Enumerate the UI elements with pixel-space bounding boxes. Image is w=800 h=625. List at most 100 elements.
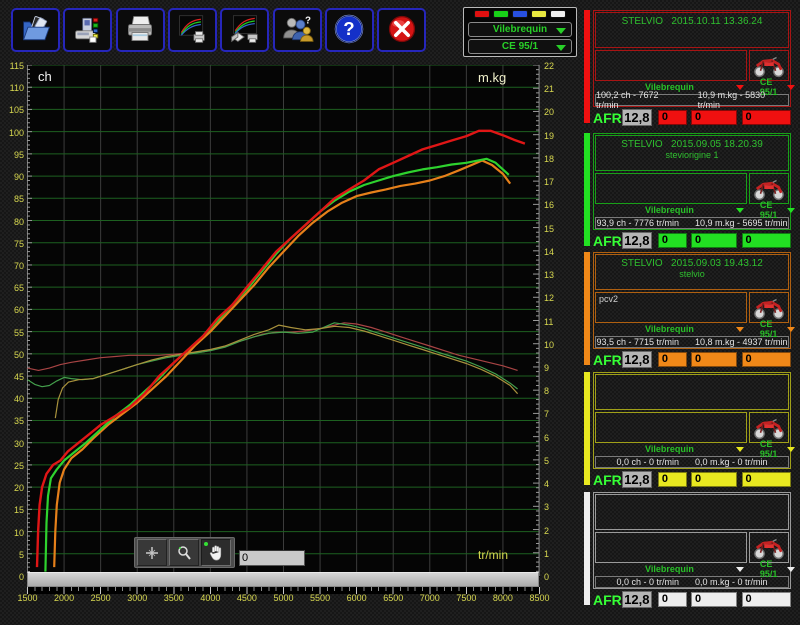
crankshaft-dropdown-label[interactable]: Vilebrequin: [645, 444, 694, 454]
afr-field[interactable]: 0: [658, 472, 687, 487]
crankshaft-dropdown-label[interactable]: Vilebrequin: [645, 324, 694, 334]
fuel-dropdown[interactable]: CE 95/1: [468, 39, 572, 54]
afr-field[interactable]: 0: [658, 592, 687, 607]
afr-field[interactable]: 0: [691, 233, 737, 248]
y-left-tick-label: 15: [1, 505, 24, 515]
chevron-down-icon[interactable]: [736, 208, 744, 213]
y-right-tick-label: 18: [544, 154, 554, 164]
chevron-down-icon[interactable]: [787, 567, 795, 572]
afr-field[interactable]: 0: [691, 110, 737, 125]
chevron-down-icon[interactable]: [787, 447, 795, 452]
run-comment-box[interactable]: pcv2: [595, 292, 747, 323]
chevron-down-icon[interactable]: [736, 327, 744, 332]
afr-value-field[interactable]: 12,8: [622, 109, 652, 126]
afr-label: AFR: [593, 233, 622, 249]
exit-button[interactable]: [377, 8, 426, 52]
y-left-tick-label: 65: [1, 283, 24, 293]
y-right-tick-label: 12: [544, 293, 554, 303]
chevron-down-icon[interactable]: [787, 327, 795, 332]
svg-text:?: ?: [305, 15, 311, 26]
x-tick-label: 2500: [84, 593, 118, 603]
dyno-chart-plot[interactable]: [27, 65, 540, 577]
run-title-box: [595, 374, 789, 410]
afr-label: AFR: [593, 110, 622, 126]
afr-field[interactable]: 0: [658, 233, 687, 248]
afr-value-field[interactable]: 12,8: [622, 232, 652, 249]
run-stats: 93,5 ch - 7715 tr/min10,8 m.kg - 4937 tr…: [595, 336, 789, 348]
chevron-down-icon[interactable]: [787, 208, 795, 213]
curve-color-swatch[interactable]: [493, 10, 509, 18]
y-right-tick-label: 11: [544, 317, 553, 327]
run-comment-box[interactable]: [595, 412, 747, 443]
afr-field[interactable]: 0: [742, 110, 791, 125]
run-stats: 0,0 ch - 0 tr/min0,0 m.kg - 0 tr/min: [595, 576, 789, 588]
afr-field[interactable]: 0: [742, 352, 791, 367]
print-report-button[interactable]: [220, 8, 269, 52]
run-title: STELVIO 2015.10.11 13.36.24: [596, 16, 788, 27]
crosshair-tool-button[interactable]: [137, 539, 167, 566]
run-title-box: [595, 494, 789, 530]
y-right-tick-label: 20: [544, 107, 554, 117]
y-right-tick-label: 0: [544, 572, 549, 582]
curve-color-swatch[interactable]: [474, 10, 490, 18]
x-tick-label: 6000: [340, 593, 374, 603]
crankshaft-dropdown-label[interactable]: Vilebrequin: [645, 564, 694, 574]
afr-value-field[interactable]: 12,8: [622, 471, 652, 488]
zoom-tool-button[interactable]: [169, 539, 199, 566]
afr-field[interactable]: 0: [658, 352, 687, 367]
run-card: Vilebrequin CE 95/10,0 ch - 0 tr/min0,0 m…: [584, 492, 800, 608]
y-left-tick-label: 85: [1, 194, 24, 204]
print-setup-button[interactable]: [63, 8, 112, 52]
chevron-down-icon[interactable]: [736, 447, 744, 452]
print-graph-button[interactable]: [168, 8, 217, 52]
x-tick-label: 6500: [376, 593, 410, 603]
user-help-button[interactable]: ?: [273, 8, 322, 52]
x-tick-label: 7500: [449, 593, 483, 603]
y-left-tick-label: 5: [1, 550, 24, 560]
curve-color-swatch[interactable]: [550, 10, 566, 18]
afr-value-field[interactable]: 12,8: [622, 351, 652, 368]
afr-label: AFR: [593, 592, 622, 608]
run-comment-box[interactable]: [595, 532, 747, 563]
afr-field[interactable]: 0: [691, 352, 737, 367]
pan-tool-button[interactable]: [201, 539, 231, 566]
fuel-dropdown-label[interactable]: CE 95/1: [760, 200, 778, 220]
y-right-tick-label: 17: [544, 177, 554, 187]
chart-scrollbar[interactable]: [27, 572, 539, 587]
user-help-icon: ?: [279, 13, 315, 48]
afr-field[interactable]: 0: [742, 592, 791, 607]
y-left-tick-label: 90: [1, 172, 24, 182]
chevron-down-icon[interactable]: [787, 85, 795, 90]
y-left-tick-label: 110: [1, 83, 24, 93]
cursor-value-input[interactable]: [239, 550, 305, 566]
printer-button[interactable]: [116, 8, 165, 52]
y-left-tick-label: 60: [1, 305, 24, 315]
afr-field[interactable]: 0: [691, 592, 737, 607]
crankshaft-dropdown-label[interactable]: Vilebrequin: [645, 205, 694, 215]
y-right-tick-label: 10: [544, 340, 554, 350]
run-color-bar: [584, 252, 590, 365]
curve-color-swatch[interactable]: [531, 10, 547, 18]
run-comment-box[interactable]: [595, 50, 747, 81]
x-tick-label: 4000: [193, 593, 227, 603]
chevron-down-icon[interactable]: [736, 85, 744, 90]
afr-field[interactable]: 0: [658, 110, 687, 125]
fuel-dropdown-label[interactable]: CE 95/1: [760, 559, 778, 579]
y-left-tick-label: 70: [1, 261, 24, 271]
run-comment-box[interactable]: [595, 173, 747, 204]
help-button[interactable]: ?: [325, 8, 374, 52]
torque-peak-stat: 0,0 m.kg - 0 tr/min: [695, 457, 768, 467]
chevron-down-icon[interactable]: [736, 567, 744, 572]
fuel-dropdown-label[interactable]: CE 95/1: [760, 439, 778, 459]
crankshaft-dropdown[interactable]: Vilebrequin: [468, 22, 572, 37]
open-file-button[interactable]: [11, 8, 60, 52]
fuel-dropdown-label[interactable]: CE 95/1: [760, 319, 778, 339]
y-left-tick-label: 55: [1, 328, 24, 338]
afr-field[interactable]: 0: [691, 472, 737, 487]
afr-field[interactable]: 0: [742, 233, 791, 248]
afr-value-field[interactable]: 12,8: [622, 591, 652, 608]
afr-field[interactable]: 0: [742, 472, 791, 487]
afr-row: AFR12,8000: [593, 232, 791, 249]
curve-color-swatch[interactable]: [512, 10, 528, 18]
run-card: STELVIO 2015.09.03 19.43.12stelviopcv2Vi…: [584, 252, 800, 368]
